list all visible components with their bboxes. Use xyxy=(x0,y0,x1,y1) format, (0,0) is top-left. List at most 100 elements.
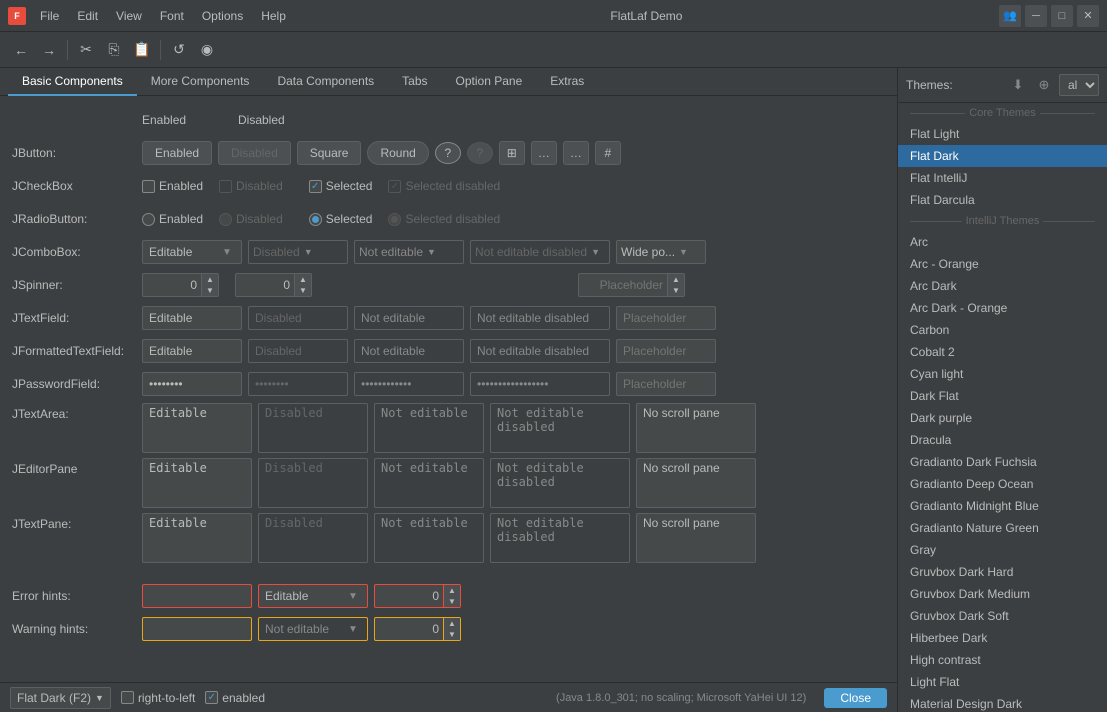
spinner-3-up[interactable]: ▲ xyxy=(668,274,684,285)
theme-arc[interactable]: Arc xyxy=(898,231,1107,253)
users-icon[interactable]: 👥 xyxy=(999,5,1021,27)
error-spinner-down[interactable]: ▼ xyxy=(444,596,460,607)
refresh-button[interactable]: ↺ xyxy=(166,37,192,63)
btn-help2[interactable]: ? xyxy=(467,142,493,164)
theme-flat-darcula[interactable]: Flat Darcula xyxy=(898,189,1107,211)
theme-dark-flat[interactable]: Dark Flat xyxy=(898,385,1107,407)
textfield-editable[interactable] xyxy=(142,306,242,330)
theme-light-flat[interactable]: Light Flat xyxy=(898,671,1107,693)
checkbox-enabled[interactable]: Enabled xyxy=(142,179,203,193)
menu-view[interactable]: View xyxy=(108,7,150,25)
cut-button[interactable]: ✂ xyxy=(73,37,99,63)
theme-gradianto-nature-green[interactable]: Gradianto Nature Green xyxy=(898,517,1107,539)
error-spinner-input[interactable] xyxy=(374,584,444,608)
formatted-placeholder[interactable] xyxy=(616,339,716,363)
btn-enabled[interactable]: Enabled xyxy=(142,141,212,165)
theme-material-design-dark[interactable]: Material Design Dark xyxy=(898,693,1107,712)
editor-editable[interactable]: Editable xyxy=(142,458,252,508)
warning-spinner-down[interactable]: ▼ xyxy=(444,629,460,640)
theme-arc-dark-orange[interactable]: Arc Dark - Orange xyxy=(898,297,1107,319)
textpane-editable[interactable]: Editable xyxy=(142,513,252,563)
theme-high-contrast[interactable]: High contrast xyxy=(898,649,1107,671)
warning-spinner-input[interactable] xyxy=(374,617,444,641)
tab-more-components[interactable]: More Components xyxy=(137,68,264,96)
error-input-1[interactable] xyxy=(142,584,252,608)
close-button[interactable]: Close xyxy=(824,688,887,708)
tab-extras[interactable]: Extras xyxy=(536,68,598,96)
close-window-button[interactable]: ✕ xyxy=(1077,5,1099,27)
tab-tabs[interactable]: Tabs xyxy=(388,68,441,96)
menu-options[interactable]: Options xyxy=(194,7,251,25)
spinner-1-down[interactable]: ▼ xyxy=(202,285,218,296)
warning-combobox-arrow[interactable]: ▼ xyxy=(344,624,362,635)
error-combobox-arrow[interactable]: ▼ xyxy=(344,591,362,602)
tab-data-components[interactable]: Data Components xyxy=(263,68,388,96)
theme-gradianto-midnight-blue[interactable]: Gradianto Midnight Blue xyxy=(898,495,1107,517)
btn-icon4[interactable]: # xyxy=(595,141,621,165)
radio-selected[interactable]: Selected xyxy=(309,212,373,226)
spinner-1-up[interactable]: ▲ xyxy=(202,274,218,285)
error-combobox-input[interactable] xyxy=(259,585,344,607)
theme-dracula[interactable]: Dracula xyxy=(898,429,1107,451)
theme-arc-orange[interactable]: Arc - Orange xyxy=(898,253,1107,275)
theme-flat-dark[interactable]: Flat Dark xyxy=(898,145,1107,167)
themes-filter-select[interactable]: all xyxy=(1059,74,1099,96)
combobox-wide[interactable]: Wide po... ▼ xyxy=(616,240,706,264)
forward-button[interactable]: → xyxy=(36,37,62,63)
enabled-checkbox[interactable]: ✓ enabled xyxy=(205,691,265,705)
combobox-editable-input[interactable]: Editable xyxy=(143,241,218,263)
menu-font[interactable]: Font xyxy=(152,7,192,25)
theme-gradianto-deep-ocean[interactable]: Gradianto Deep Ocean xyxy=(898,473,1107,495)
textarea-editable[interactable]: Editable xyxy=(142,403,252,453)
checkbox-selected[interactable]: ✓ Selected xyxy=(309,179,373,193)
theme-hiberbee-dark[interactable]: Hiberbee Dark xyxy=(898,627,1107,649)
theme-gradianto-dark-fuchsia[interactable]: Gradianto Dark Fuchsia xyxy=(898,451,1107,473)
tab-option-pane[interactable]: Option Pane xyxy=(442,68,537,96)
btn-icon3[interactable]: … xyxy=(563,141,589,165)
password-5[interactable] xyxy=(616,372,716,396)
textfield-placeholder[interactable] xyxy=(616,306,716,330)
radio-enabled[interactable]: Enabled xyxy=(142,212,203,226)
eye-button[interactable]: ◉ xyxy=(194,37,220,63)
theme-cobalt2[interactable]: Cobalt 2 xyxy=(898,341,1107,363)
theme-gray[interactable]: Gray xyxy=(898,539,1107,561)
btn-help1[interactable]: ? xyxy=(435,142,461,164)
minimize-button[interactable]: ─ xyxy=(1025,5,1047,27)
spinner-1-input[interactable] xyxy=(142,273,202,297)
spinner-2-up[interactable]: ▲ xyxy=(295,274,311,285)
combobox-not-editable[interactable]: Not editable ▼ xyxy=(354,240,464,264)
btn-icon1[interactable]: ⊞ xyxy=(499,141,525,165)
paste-button[interactable]: 📋 xyxy=(129,37,155,63)
theme-carbon[interactable]: Carbon xyxy=(898,319,1107,341)
warning-spinner-up[interactable]: ▲ xyxy=(444,618,460,629)
spinner-2-down[interactable]: ▼ xyxy=(295,285,311,296)
menu-file[interactable]: File xyxy=(32,7,67,25)
theme-arc-dark[interactable]: Arc Dark xyxy=(898,275,1107,297)
theme-flat-intellij[interactable]: Flat IntelliJ xyxy=(898,167,1107,189)
warning-input-1[interactable] xyxy=(142,617,252,641)
theme-select-button[interactable]: Flat Dark (F2) ▼ xyxy=(10,687,111,709)
themes-github-icon[interactable]: ⊕ xyxy=(1033,74,1055,96)
themes-download-icon[interactable]: ⬇ xyxy=(1007,74,1029,96)
spinner-2-input[interactable] xyxy=(235,273,295,297)
btn-round[interactable]: Round xyxy=(367,141,428,165)
theme-gruvbox-dark-medium[interactable]: Gruvbox Dark Medium xyxy=(898,583,1107,605)
theme-dark-purple[interactable]: Dark purple xyxy=(898,407,1107,429)
formatted-editable[interactable] xyxy=(142,339,242,363)
theme-gruvbox-dark-hard[interactable]: Gruvbox Dark Hard xyxy=(898,561,1107,583)
copy-button[interactable]: ⎘ xyxy=(101,37,127,63)
error-spinner-up[interactable]: ▲ xyxy=(444,585,460,596)
rtl-checkbox[interactable]: right-to-left xyxy=(121,691,195,705)
btn-square[interactable]: Square xyxy=(297,141,362,165)
theme-cyan-light[interactable]: Cyan light xyxy=(898,363,1107,385)
maximize-button[interactable]: □ xyxy=(1051,5,1073,27)
menu-help[interactable]: Help xyxy=(253,7,294,25)
spinner-3-down[interactable]: ▼ xyxy=(668,285,684,296)
combobox-editable-arrow[interactable]: ▼ xyxy=(218,247,236,258)
tab-basic-components[interactable]: Basic Components xyxy=(8,68,137,96)
menu-edit[interactable]: Edit xyxy=(69,7,106,25)
btn-icon2[interactable]: … xyxy=(531,141,557,165)
theme-flat-light[interactable]: Flat Light xyxy=(898,123,1107,145)
password-1[interactable] xyxy=(142,372,242,396)
theme-gruvbox-dark-soft[interactable]: Gruvbox Dark Soft xyxy=(898,605,1107,627)
